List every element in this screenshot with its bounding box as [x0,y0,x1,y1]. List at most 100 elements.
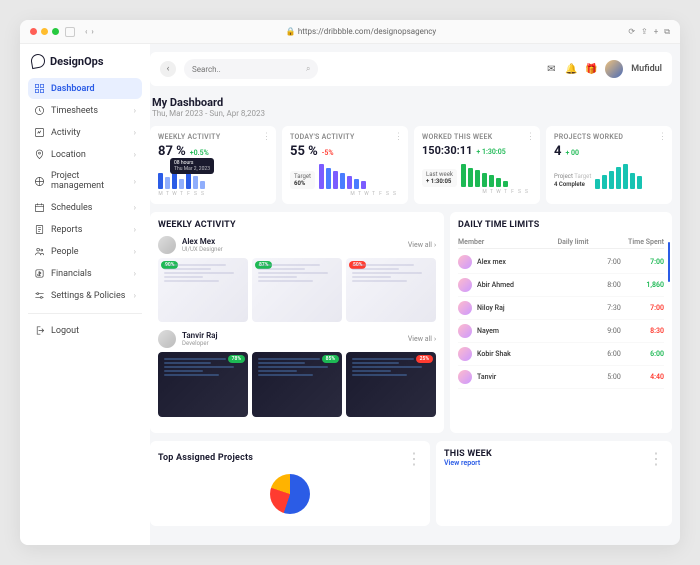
sidebar-item-financials[interactable]: Financials › [28,263,142,284]
sidebar-item-label: Schedules [51,203,92,213]
screenshot-thumb[interactable]: 50% [346,258,436,322]
window-controls[interactable] [30,28,59,35]
sidebar-item-people[interactable]: People› [28,241,142,262]
dollar-icon [34,268,45,279]
sidebar-item-label: Financials [51,269,92,279]
nav-back-icon[interactable]: ‹ [85,27,87,36]
table-row: Niloy Raj 7:30 7:00 [458,297,664,320]
sidebar-toggle-icon[interactable] [65,27,75,37]
more-icon[interactable]: ⋮ [526,132,534,142]
people-icon [34,246,45,257]
stats-row: ⋮ WEEKLY ACTIVITY 87 % +0.5% 08 hours Th… [150,126,672,204]
stat-label: WORKED THIS WEEK [422,133,532,141]
sidebar-item-label: Timesheets [51,106,98,116]
sidebar-item-reports[interactable]: Reports› [28,219,142,240]
stat-worked-week: ⋮ WORKED THIS WEEK 150:30:11 + 1:30:05 L… [414,126,540,204]
avatar [158,330,176,348]
chevron-right-icon: › [134,269,136,278]
view-all-link[interactable]: View all › [408,241,436,249]
daily-limit: 7:30 [596,304,632,312]
sidebar-item-timesheets[interactable]: Timesheets› [28,100,142,121]
more-icon[interactable]: ⋮ [406,449,422,468]
more-icon[interactable]: ⋮ [394,132,402,142]
screenshot-thumb[interactable]: 87% [252,258,342,322]
sidebar-item-activity[interactable]: Activity › [28,122,142,143]
sidebar-item-label: Reports [51,225,82,235]
person-role: UI/UX Designer [182,246,223,253]
sidebar-item-schedules[interactable]: Schedules› [28,197,142,218]
mail-icon[interactable]: ✉ [545,63,557,75]
sidebar-item-label: Location [51,150,86,160]
day-axis: MTWTFSS [482,189,532,195]
sidebar-item-label: Logout [51,326,79,336]
search-input[interactable]: ⌕ [184,59,318,79]
person-row: Alex Mex UI/UX Designer View all › [158,236,436,254]
scrollbar[interactable] [668,242,670,282]
page-title: My Dashboard [152,96,672,109]
nav-forward-icon[interactable]: › [91,27,93,36]
stat-today-activity: ⋮ TODAY'S ACTIVITY 55 % -5% Target 60% [282,126,408,204]
more-icon[interactable]: ⋮ [658,132,666,142]
share-icon[interactable]: ⇪ [641,27,648,37]
brand-logo-icon [30,53,46,69]
panel-title: THIS WEEK [444,449,492,459]
view-report-link[interactable]: View report [444,459,492,467]
worked-bars [461,161,532,187]
user-avatar[interactable] [605,60,623,78]
gift-icon[interactable]: 🎁 [585,63,597,75]
sidebar-item-logout[interactable]: Logout [28,320,142,341]
avatar [458,255,472,269]
screenshot-thumb[interactable]: 78% [158,352,248,416]
avatar [458,370,472,384]
screenshot-thumb[interactable]: 85% [252,352,342,416]
stat-delta: + 1:30:05 [476,148,505,156]
sidebar-item-label: Settings & Policies [51,291,125,301]
settings-icon [34,290,45,301]
new-tab-icon[interactable]: + [654,27,659,37]
view-all-link[interactable]: View all › [408,335,436,343]
location-icon [34,149,45,160]
sidebar-item-label: Activity [51,128,80,138]
sidebar-item-project-management[interactable]: Project management› [28,166,142,196]
daily-limit: 9:00 [596,327,632,335]
screenshot-thumb[interactable]: 25% [346,352,436,416]
more-icon[interactable]: ⋮ [262,132,270,142]
stat-value: 87 % [158,144,186,159]
chevron-right-icon: › [134,128,136,137]
avatar [458,347,472,361]
member-name: Abir Ahmed [477,281,596,289]
time-spent: 1,860 [632,281,664,289]
panel-title: Top Assigned Projects [158,453,253,463]
daily-limit: 5:00 [596,373,632,381]
target-badge: Target 60% [290,171,315,189]
member-name: Alex mex [477,258,596,266]
stat-label: WEEKLY ACTIVITY [158,133,268,141]
calendar-icon [34,202,45,213]
sidebar-item-label: Dashboard [51,84,95,94]
sidebar-item-location[interactable]: Location › [28,144,142,165]
browser-chrome: ‹ › 🔒 https://dribbble.com/designopsagen… [20,20,680,44]
sidebar-item-label: Project management [51,171,128,191]
weekly-activity-panel: WEEKLY ACTIVITY Alex Mex UI/UX Designer … [150,212,444,433]
table-row: Nayem 9:00 8:30 [458,320,664,343]
address-bar[interactable]: 🔒 https://dribbble.com/designopsagency [100,27,623,36]
chevron-right-icon: › [134,150,136,159]
search-field[interactable] [192,65,302,74]
bell-icon[interactable]: 🔔 [565,63,577,75]
sidebar-item-dashboard[interactable]: Dashboard [28,78,142,99]
member-name: Kobir Shak [477,350,596,358]
screenshot-thumb[interactable]: 90% [158,258,248,322]
screenshots-row: 90% 87% 50% [158,258,436,322]
back-button[interactable]: ‹ [160,61,176,77]
reload-icon[interactable]: ⟳ [628,27,635,37]
table-row: Abir Ahmed 8:00 1,860 [458,274,664,297]
topbar: ‹ ⌕ ✉ 🔔 🎁 Mufidul [150,52,672,86]
table-row: Kobir Shak 6:00 6:00 [458,343,664,366]
sidebar-item-settings[interactable]: Settings & Policies› [28,285,142,306]
brand[interactable]: DesignOps [28,54,142,68]
stat-delta: + 00 [565,149,579,157]
tabs-icon[interactable]: ⧉ [664,27,670,37]
more-icon[interactable]: ⋮ [648,449,664,468]
sidebar: DesignOps Dashboard Timesheets› Activity… [20,44,150,545]
screenshots-row: 78% 85% 25% [158,352,436,416]
